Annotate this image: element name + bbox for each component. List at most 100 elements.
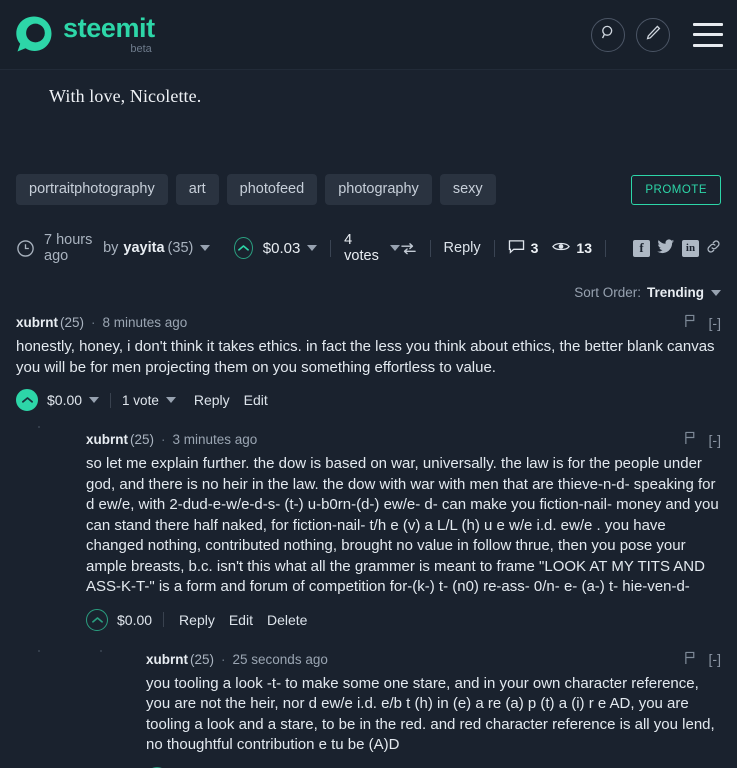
- comment-header: xubrnt (25) · 25 seconds ago [-]: [146, 651, 721, 668]
- comment-item: xubrnt (25) · 3 minutes ago [-] so let m…: [86, 431, 721, 631]
- comment-edit-link[interactable]: Edit: [229, 612, 253, 628]
- comment-actions: $0.00 Reply Edit Delete: [86, 608, 721, 631]
- comment-header-actions: [-]: [684, 651, 721, 668]
- twitter-icon[interactable]: [657, 239, 675, 258]
- flag-icon[interactable]: [684, 651, 697, 668]
- social-share-group: f in: [633, 239, 721, 258]
- comment-votes-caret-icon[interactable]: [165, 397, 176, 403]
- clock-icon: [16, 239, 35, 258]
- comment-delete-link[interactable]: Delete: [267, 612, 307, 628]
- steemit-logo[interactable]: steemit beta: [14, 12, 155, 55]
- separator-dot: ·: [91, 315, 96, 330]
- divider: [429, 239, 431, 257]
- comment-collapse-toggle[interactable]: [-]: [709, 651, 721, 667]
- divider: [605, 239, 606, 257]
- comment-links: Reply Edit Delete: [179, 612, 321, 628]
- search-button[interactable]: [591, 17, 625, 52]
- flag-icon[interactable]: [684, 431, 697, 448]
- comments-list: xubrnt (25) · 8 minutes ago [-] honestly…: [16, 314, 721, 768]
- post-payout[interactable]: $0.03: [263, 240, 301, 257]
- compose-button[interactable]: [636, 17, 670, 52]
- comment-header: xubrnt (25) · 3 minutes ago [-]: [86, 431, 721, 448]
- flag-icon[interactable]: [684, 314, 697, 331]
- sort-order-value[interactable]: Trending: [647, 285, 704, 300]
- sort-order-row: Sort Order: Trending: [16, 285, 721, 300]
- comment-collapse-toggle[interactable]: [-]: [709, 315, 721, 331]
- resteem-icon[interactable]: [400, 241, 417, 256]
- divider: [330, 239, 332, 257]
- comment-collapse-toggle[interactable]: [-]: [709, 432, 721, 448]
- tag-chip[interactable]: portraitphotography: [16, 174, 168, 205]
- comment-count-stat[interactable]: 3: [508, 239, 539, 257]
- comment-edit-link[interactable]: Edit: [244, 392, 268, 408]
- post-reply-link[interactable]: Reply: [444, 240, 481, 256]
- thread-marker-dot: [38, 426, 40, 428]
- post-author[interactable]: yayita: [123, 240, 164, 256]
- comment-time[interactable]: 25 seconds ago: [233, 652, 328, 667]
- comment-count: 3: [530, 240, 539, 256]
- view-count: 13: [576, 240, 592, 256]
- sort-caret-icon[interactable]: [711, 289, 721, 296]
- tag-chip[interactable]: art: [175, 174, 219, 205]
- brand-name: steemit: [63, 12, 155, 43]
- post-footer-actions: Reply 3 13 f in: [400, 239, 721, 258]
- comment-reply-link[interactable]: Reply: [194, 392, 230, 408]
- comment-author[interactable]: xubrnt: [16, 315, 58, 330]
- post-vote-group: $0.03 4 votes: [234, 232, 400, 264]
- comment-body: so let me explain further. the dow is ba…: [86, 455, 719, 595]
- beta-label: beta: [130, 42, 152, 55]
- divider: [163, 612, 165, 627]
- header-actions: [591, 17, 723, 52]
- post-time[interactable]: 7 hours ago: [44, 232, 98, 264]
- comment-reputation: (25): [130, 432, 155, 447]
- post-vote-count[interactable]: 4 votes: [344, 232, 382, 264]
- comment-item: xubrnt (25) · 8 minutes ago [-] honestly…: [16, 314, 721, 411]
- comment-reputation: (25): [190, 651, 215, 667]
- comment-time[interactable]: 8 minutes ago: [103, 315, 188, 330]
- comment-time[interactable]: 3 minutes ago: [173, 432, 258, 447]
- tag-chip[interactable]: sexy: [439, 174, 496, 205]
- comment-header: xubrnt (25) · 8 minutes ago [-]: [16, 314, 721, 331]
- comment-reputation: (25): [60, 315, 85, 330]
- votes-caret-icon[interactable]: [389, 245, 400, 251]
- comment-reply-link[interactable]: Reply: [179, 612, 215, 628]
- comment-header-actions: [-]: [684, 431, 721, 448]
- divider: [110, 392, 112, 408]
- upvote-button[interactable]: [234, 237, 253, 259]
- link-icon[interactable]: [706, 239, 721, 258]
- comment-payout[interactable]: $0.00: [47, 392, 82, 408]
- linkedin-icon[interactable]: in: [682, 239, 699, 257]
- comment-body: you tooling a look -t- to make some one …: [146, 674, 715, 754]
- comment-item: xubrnt (25) · 25 seconds ago [-] you too…: [146, 651, 721, 768]
- comment-payout[interactable]: $0.00: [117, 612, 152, 628]
- post-footer-bar: 7 hours ago by yayita (35) $0.03 4 votes…: [16, 232, 721, 264]
- comment-payout-caret-icon[interactable]: [89, 397, 100, 403]
- thread-marker-dot: [38, 650, 40, 652]
- search-icon: [600, 24, 617, 46]
- separator-dot: ·: [221, 651, 226, 667]
- facebook-icon[interactable]: f: [633, 239, 650, 257]
- eye-icon: [552, 240, 571, 256]
- hamburger-icon[interactable]: [693, 22, 723, 47]
- comment-upvote-button[interactable]: [16, 389, 38, 411]
- tag-chip[interactable]: photofeed: [226, 174, 318, 205]
- tags-row: portraitphotography art photofeed photog…: [16, 174, 721, 205]
- comment-body: honestly, honey, i don't think it takes …: [16, 338, 715, 376]
- comment-bubble-icon: [508, 239, 525, 257]
- author-reputation: (35): [167, 240, 194, 256]
- tag-chip[interactable]: photography: [325, 174, 432, 205]
- view-count-stat: 13: [552, 240, 592, 256]
- by-label: by: [103, 240, 119, 256]
- comment-upvote-button[interactable]: [86, 608, 108, 631]
- app-header: steemit beta: [0, 0, 737, 70]
- promote-button[interactable]: PROMOTE: [631, 174, 721, 205]
- thread-marker-dot: [100, 650, 102, 652]
- comment-author[interactable]: xubrnt: [86, 432, 128, 447]
- payout-caret-icon[interactable]: [307, 245, 318, 251]
- comment-actions: $0.00 1 vote Reply Edit: [16, 389, 721, 411]
- divider: [493, 239, 495, 257]
- steemit-logo-icon: [14, 15, 54, 55]
- comment-author[interactable]: xubrnt: [146, 652, 188, 667]
- author-menu-caret-icon[interactable]: [200, 245, 211, 251]
- comment-vote-count[interactable]: 1 vote: [122, 393, 159, 408]
